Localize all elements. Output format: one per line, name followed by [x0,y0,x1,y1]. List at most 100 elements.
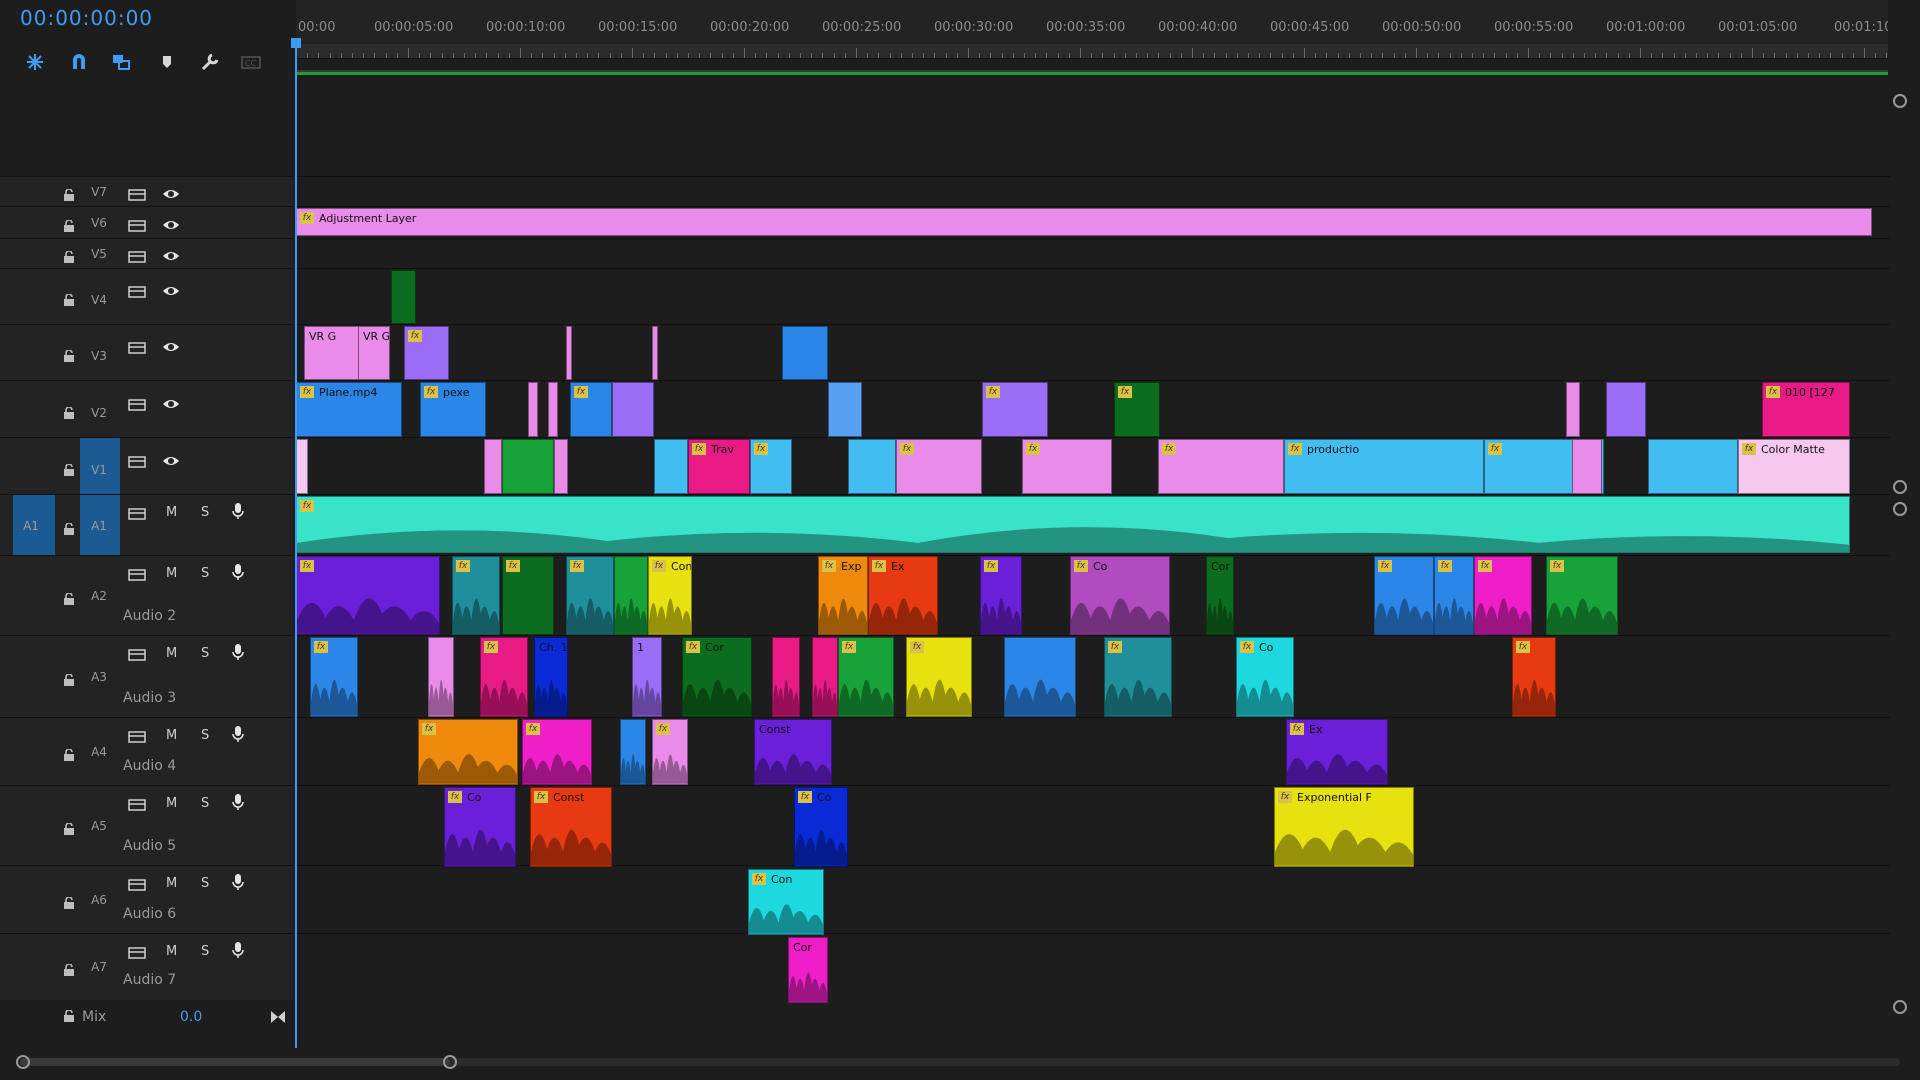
clip-a4[interactable] [620,719,646,785]
clip-v1[interactable] [296,439,308,494]
clip-a3[interactable]: fx Cor [682,637,752,717]
clip-a2[interactable]: fx [296,556,440,635]
fx-badge-icon: fx [570,560,584,572]
clip-label: 010 [127 [1785,386,1835,399]
horizontal-scroll-thumb[interactable] [20,1058,450,1066]
clip-v1[interactable]: fx [1158,439,1284,494]
clip-v1[interactable]: fx [896,439,982,494]
fx-badge-icon: fx [448,791,462,803]
clip-v1[interactable] [1572,439,1602,494]
clip-v1[interactable] [502,439,554,494]
clip-a3[interactable]: fx [906,637,972,717]
video-scroll-handle-bottom[interactable] [1893,480,1907,494]
clip-a2[interactable]: fx [566,556,614,635]
fx-badge-icon: fx [300,500,314,512]
clip-a3[interactable]: fx [310,637,358,717]
clip-v1[interactable]: fx productio [1284,439,1484,494]
mix-end-icon[interactable] [270,1010,286,1024]
clip-a3[interactable]: fx [838,637,894,717]
clip-a2[interactable] [614,556,648,635]
clip-v1[interactable]: fx [750,439,792,494]
clip-a2[interactable]: fx [1474,556,1532,635]
mix-lock-icon[interactable] [63,1010,75,1022]
clip-v2[interactable] [612,382,654,437]
clip-v3[interactable] [782,326,828,380]
clip-label: Co [1093,560,1108,573]
clip-v1[interactable]: fx Trav [688,439,750,494]
clip-adjustment-layer[interactable]: fx Adjustment Layer [296,208,1872,236]
clip-a4[interactable]: fx [418,719,518,785]
clip-a2[interactable]: fx [452,556,500,635]
clip-v2[interactable]: fx [570,382,612,437]
clip-a4[interactable]: fx [522,719,592,785]
clip-v3[interactable]: VR G [358,326,390,380]
clip-v2[interactable]: fx 010 [127 [1762,382,1850,437]
clip-a3[interactable]: 1 [632,637,662,717]
video-lane [296,324,1890,381]
clip-v1[interactable]: fx Color Matte [1738,439,1850,494]
zoom-handle-right[interactable] [443,1055,457,1069]
clip-v3[interactable]: fx [404,326,449,380]
clip-v2[interactable]: fx Plane.mp4 [296,382,402,437]
clip-v2[interactable] [528,382,538,437]
clip-v2[interactable] [828,382,862,437]
clip-a4[interactable]: fx [652,719,688,785]
clip-a4[interactable]: fx Ex [1286,719,1388,785]
clip-v2[interactable]: fx [1114,382,1160,437]
clip-a5[interactable]: fx Co [444,787,516,867]
clip-a6[interactable]: fx Con [748,869,824,935]
clip-v2[interactable] [548,382,558,437]
clip-a2[interactable]: fx Ex [868,556,938,635]
clip-a2[interactable]: fx Exp [818,556,868,635]
clip-v1[interactable]: fx [1022,439,1112,494]
clip-v1[interactable] [1648,439,1738,494]
audio-scroll-handle-top[interactable] [1893,502,1907,516]
video-lane [296,268,1890,325]
mix-volume-value[interactable]: 0.0 [180,1009,202,1025]
clip-a2[interactable]: fx [980,556,1022,635]
clip-v1[interactable] [654,439,688,494]
clip-a2[interactable]: fx Con [648,556,692,635]
clip-v3[interactable] [652,326,658,380]
zoom-handle-left[interactable] [16,1055,30,1069]
clip-a3[interactable] [1004,637,1076,717]
clip-a3[interactable]: fx [1512,637,1556,717]
clip-label: Ex [1309,723,1323,736]
clip-a4[interactable]: Const [754,719,832,785]
clip-v2[interactable] [1606,382,1646,437]
clip-a2[interactable]: fx [502,556,554,635]
clip-v1[interactable] [554,439,568,494]
clip-a3[interactable] [772,637,800,717]
clip-v4[interactable] [391,270,416,324]
playhead-line[interactable] [295,38,297,1048]
clip-a3[interactable]: fx [1104,637,1172,717]
fx-badge-icon: fx [900,443,914,455]
clip-a3[interactable]: fx [480,637,528,717]
clip-a1-audio[interactable]: fx [296,496,1850,553]
clip-v3[interactable] [566,326,572,380]
clip-a3[interactable] [428,637,454,717]
fx-badge-icon: fx [656,723,670,735]
clip-a2[interactable]: fx Co [1070,556,1170,635]
clip-a2[interactable]: fx [1546,556,1618,635]
clip-v1[interactable] [848,439,896,494]
clip-a2[interactable]: Cor [1206,556,1234,635]
clip-a2[interactable]: fx [1374,556,1434,635]
video-scroll-handle-top[interactable] [1893,94,1907,108]
audio-scroll-handle-bottom[interactable] [1893,1000,1907,1014]
clip-v1[interactable] [484,439,502,494]
video-lane [296,238,1890,269]
clip-a3[interactable] [812,637,838,717]
clip-a7[interactable]: Cor [788,937,828,1003]
clip-v2[interactable]: fx pexe [420,382,486,437]
clip-a2[interactable]: fx [1434,556,1474,635]
clip-v2[interactable]: fx [982,382,1048,437]
clip-label: 1 [637,641,644,654]
audio-lane [296,933,1890,1000]
clip-a3[interactable]: fx Co [1236,637,1294,717]
clip-a3[interactable]: Ch. 1 [534,637,568,717]
clip-a5[interactable]: fx Const [530,787,612,867]
clip-a5[interactable]: fx Co [794,787,848,867]
clip-v2[interactable] [1566,382,1580,437]
clip-a5[interactable]: fx Exponential F [1274,787,1414,867]
